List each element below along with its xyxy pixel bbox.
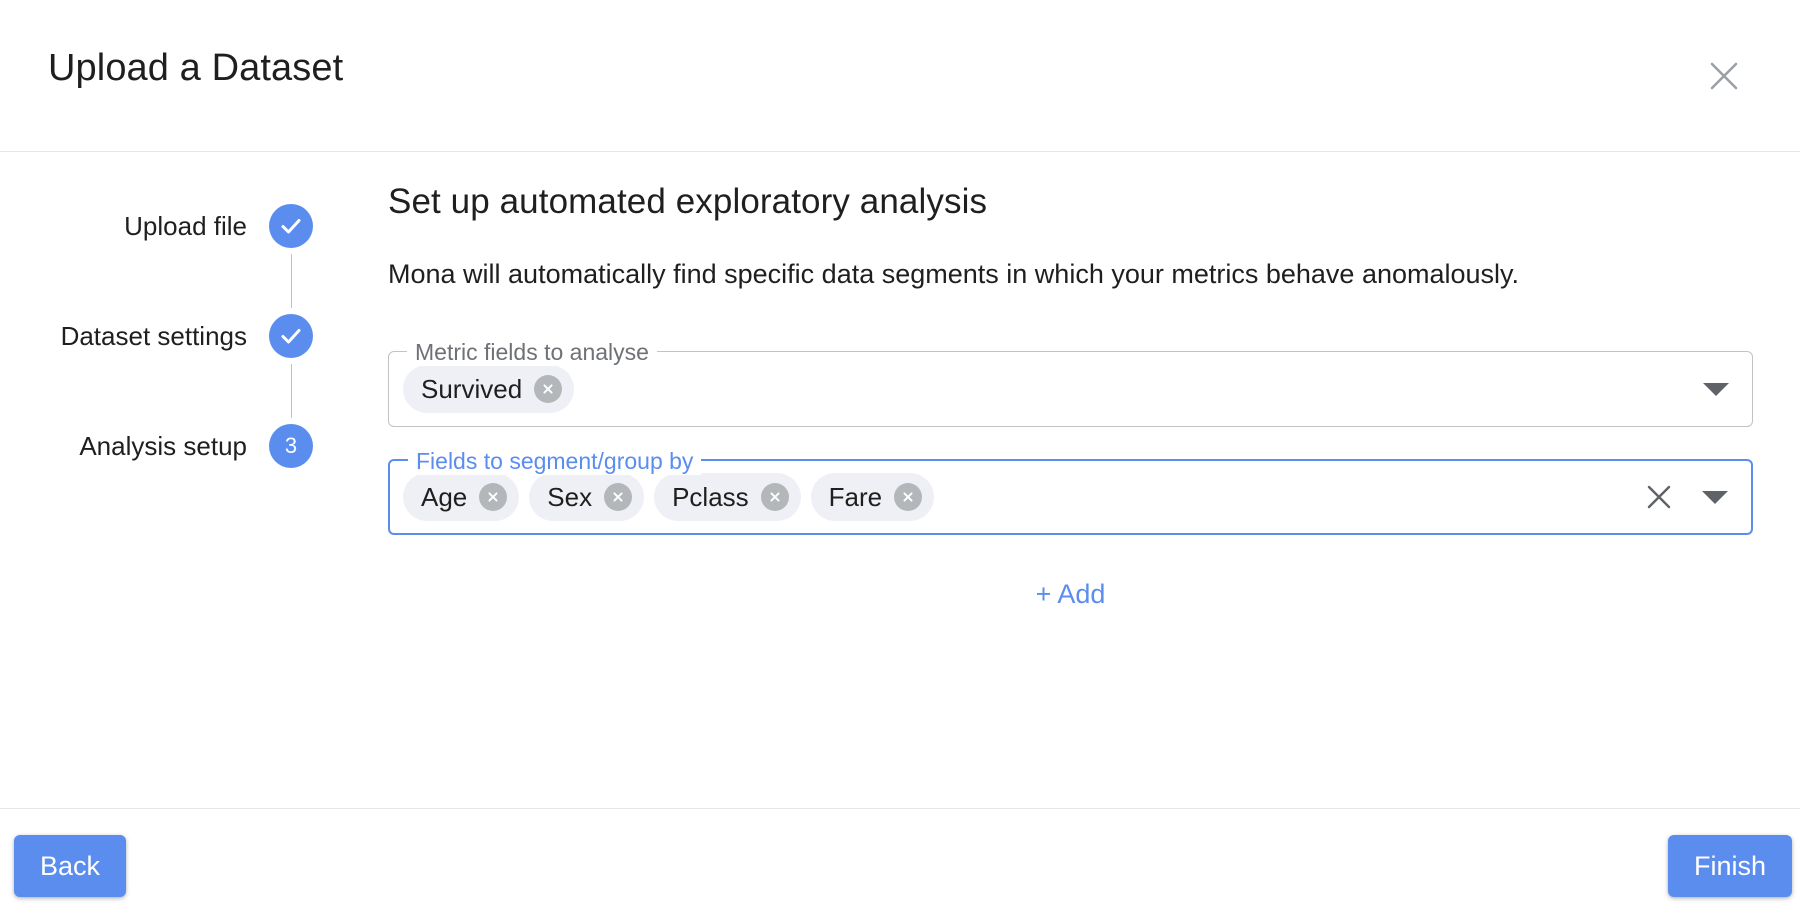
close-dialog-button[interactable] (1700, 52, 1748, 100)
chip-label: Fare (828, 481, 883, 512)
step-number-badge: 3 (269, 424, 313, 468)
metric-fields-chips: Survived (403, 365, 575, 413)
chip-fare[interactable]: Fare (810, 473, 935, 521)
add-field-button[interactable]: + Add (1026, 571, 1116, 617)
step-complete-check-icon (269, 314, 313, 358)
back-button[interactable]: Back (14, 835, 127, 897)
analysis-setup-panel: Set up automated exploratory analysis Mo… (388, 180, 1753, 617)
close-icon (1707, 59, 1741, 93)
step-connector (48, 362, 313, 420)
chip-label: Pclass (672, 481, 749, 512)
chip-age[interactable]: Age (403, 473, 520, 521)
dialog-footer: Back Finish (0, 808, 1800, 920)
sidebar-item-upload-file[interactable]: Upload file (48, 200, 313, 252)
chip-remove-icon[interactable] (894, 483, 923, 511)
chip-remove-icon[interactable] (760, 483, 789, 511)
chip-label: Sex (547, 481, 593, 512)
chip-pclass[interactable]: Pclass (654, 473, 801, 521)
metric-fields-actions (1696, 369, 1736, 409)
step-label: Upload file (124, 211, 247, 241)
chip-sex[interactable]: Sex (529, 473, 645, 521)
segment-fields-actions (1639, 477, 1735, 517)
step-label: Dataset settings (60, 321, 247, 351)
segment-fields-chips: Age Sex Pclass Fare (403, 473, 935, 521)
page-title: Upload a Dataset (48, 47, 344, 89)
segment-fields-label: Fields to segment/group by (408, 447, 702, 475)
panel-heading: Set up automated exploratory analysis (388, 182, 988, 221)
chip-remove-icon[interactable] (479, 483, 508, 511)
step-connector (48, 252, 313, 310)
chip-label: Age (421, 481, 468, 512)
chip-label: Survived (421, 373, 523, 404)
add-field-row: + Add (388, 571, 1753, 617)
sidebar-item-dataset-settings[interactable]: Dataset settings (48, 310, 313, 362)
stepper: Upload file Dataset settings Analysis se… (48, 200, 313, 472)
clear-icon[interactable] (1639, 477, 1679, 517)
metric-fields-label: Metric fields to analyse (407, 338, 657, 366)
finish-button[interactable]: Finish (1667, 835, 1792, 897)
chevron-down-icon[interactable] (1695, 477, 1735, 517)
metric-fields-select[interactable]: Metric fields to analyse Survived (388, 338, 1753, 427)
sidebar-item-analysis-setup[interactable]: Analysis setup 3 (48, 420, 313, 472)
step-complete-check-icon (269, 204, 313, 248)
chip-remove-icon[interactable] (534, 375, 563, 403)
chip-remove-icon[interactable] (604, 483, 633, 511)
upload-dataset-dialog: Upload a Dataset Upload file Dataset set… (0, 0, 1800, 920)
chip-survived[interactable]: Survived (403, 365, 575, 413)
panel-description: Mona will automatically find specific da… (388, 259, 1520, 289)
segment-fields-select[interactable]: Fields to segment/group by Age Sex Pclas… (388, 447, 1753, 535)
chevron-down-icon[interactable] (1696, 369, 1736, 409)
dialog-header: Upload a Dataset (0, 0, 1800, 152)
fields-section: Metric fields to analyse Survived Fields… (388, 338, 1753, 617)
step-label: Analysis setup (79, 431, 247, 461)
dialog-body: Upload file Dataset settings Analysis se… (0, 152, 1800, 808)
